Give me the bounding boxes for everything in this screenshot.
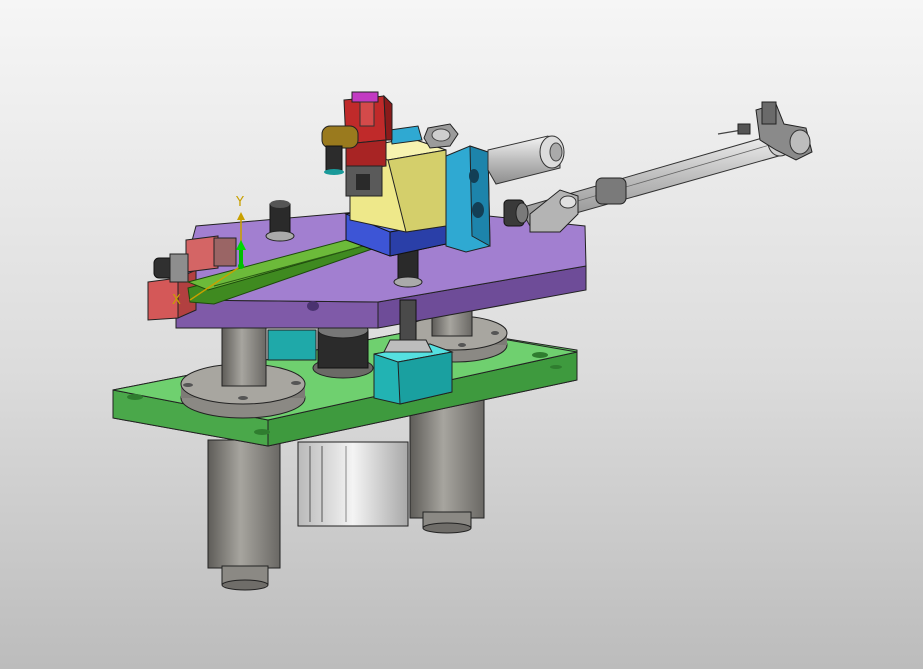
rear-cylinder <box>487 135 565 185</box>
x-axis-label: X <box>172 293 181 308</box>
lower-cylinder-body <box>297 441 409 527</box>
center-bushing <box>312 321 374 379</box>
fitting-tip <box>717 123 751 135</box>
assembly-model[interactable]: Y X <box>0 0 923 669</box>
y-axis-label: Y <box>235 195 244 210</box>
cyan-block-lower <box>373 343 454 405</box>
bracket <box>445 145 491 253</box>
rod-end-nut <box>503 199 529 227</box>
hex-bolt <box>423 123 459 149</box>
lower-column-right <box>409 399 485 534</box>
cylinder-mount <box>529 177 627 233</box>
front-connector <box>153 253 189 283</box>
post-left <box>265 200 295 242</box>
valve-base <box>345 165 383 197</box>
cyan-block-rear <box>267 329 317 361</box>
lower-column-left <box>207 439 281 591</box>
cad-viewport[interactable]: Y X <box>0 0 923 669</box>
